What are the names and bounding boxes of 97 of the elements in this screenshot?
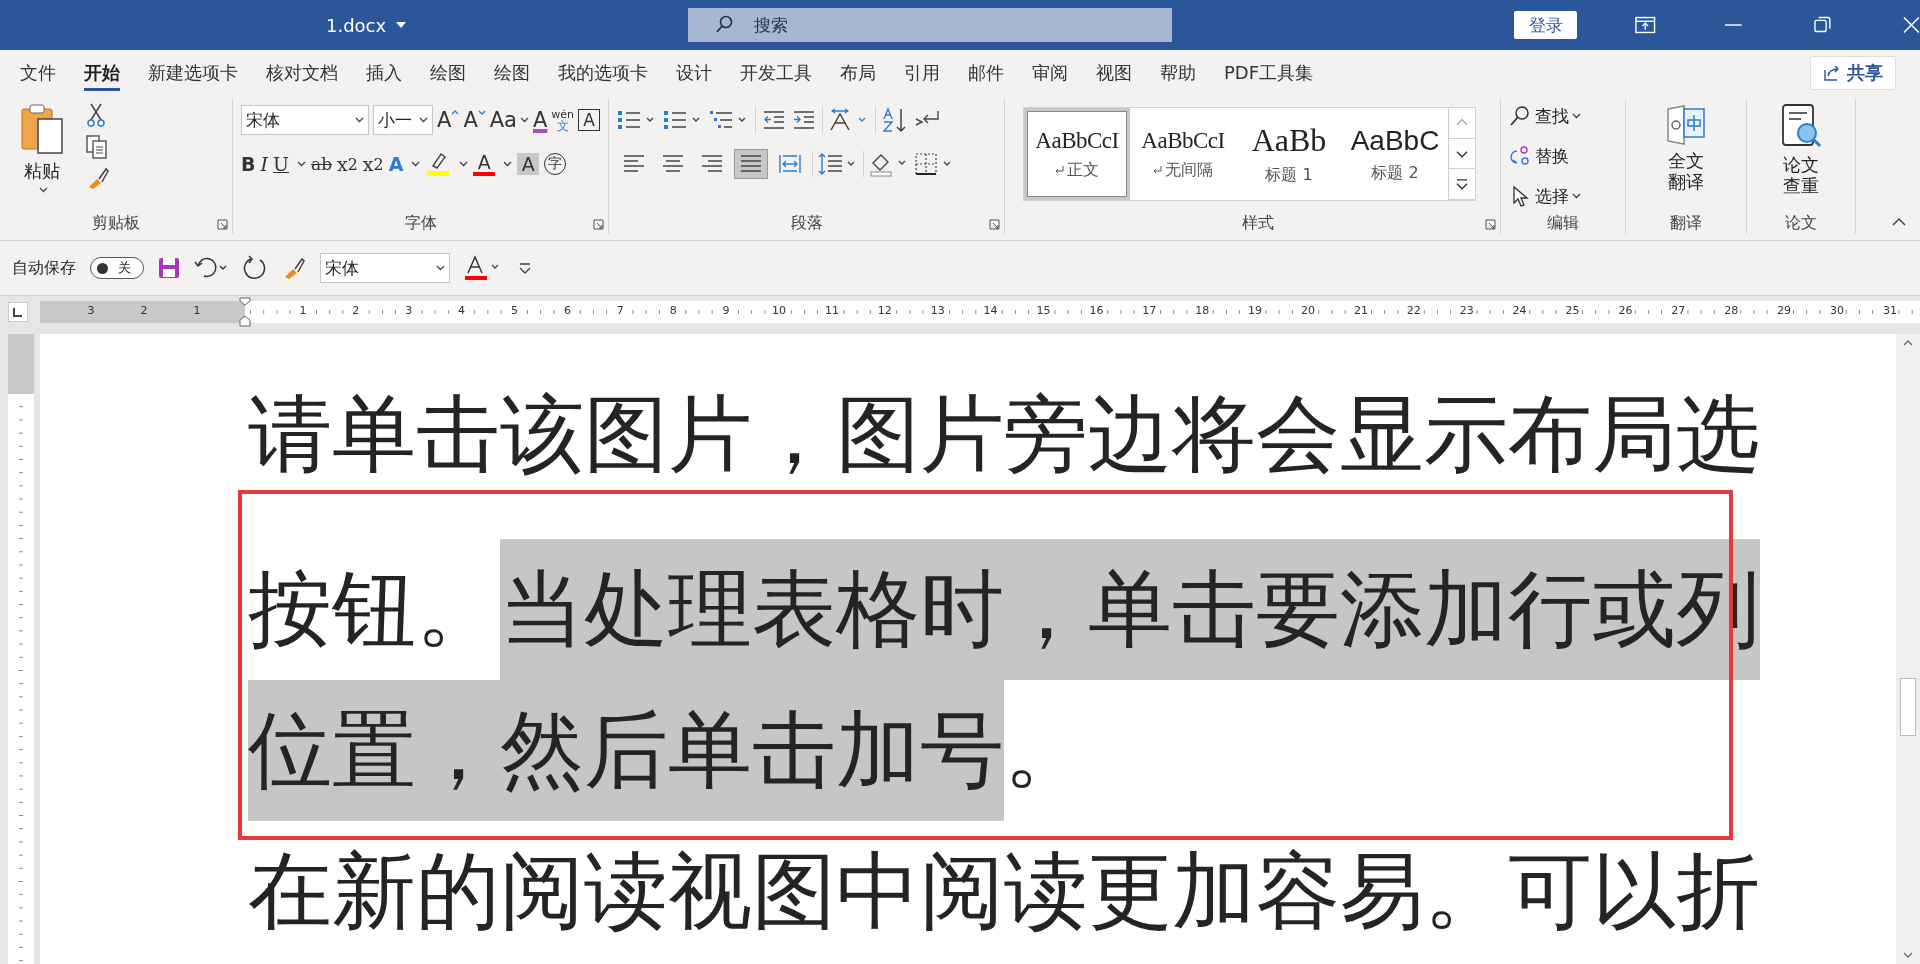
search-bar[interactable]: 搜索 (687, 8, 1172, 42)
ruler-number: 8 (668, 304, 678, 317)
ruler-number: 5 (510, 304, 519, 317)
group-label: 翻译 (1670, 212, 1702, 234)
ribbon-tab[interactable]: 新建选项卡 (136, 52, 250, 93)
find-button[interactable]: 查找 (1509, 104, 1569, 128)
ruler-number: 4 (457, 304, 467, 317)
ruler-number: 7 (615, 304, 625, 317)
paste-button[interactable]: 粘贴 (20, 103, 64, 193)
style-item[interactable]: AaBbC 标题 2 (1342, 108, 1448, 200)
ribbon-tab[interactable]: 绘图 (482, 52, 542, 93)
ruler-number: 28 (1723, 304, 1740, 317)
ruler-number: 22 (1405, 304, 1422, 317)
ruler-number: 14 (982, 304, 999, 317)
ribbon-tab[interactable]: 布局 (828, 52, 888, 93)
ribbon-tab[interactable]: 开发工具 (728, 52, 824, 93)
body-text: 请单击该图片，图片旁边将会显示布局选 (248, 384, 1760, 485)
autosave-toggle[interactable]: 关 (90, 257, 144, 279)
clear-formatting-button[interactable]: A (533, 108, 548, 132)
ruler-number: 9 (721, 304, 731, 317)
ruler-number: 26 (1617, 304, 1634, 317)
ruler-number: 6 (562, 304, 572, 317)
ruler-number: 20 (1300, 304, 1316, 317)
horizontal-ruler[interactable]: 3 2 1 1 2 3 4 5 6 7 8 9 10 11 12 13 14 15 16 17 18 19 20 21 22 23 24 25 26 27 28 29 30 31 (40, 297, 1920, 327)
grow-font-button[interactable]: A (437, 108, 460, 132)
body-text: 在新的阅读视图中阅读更加容易。可以折 (248, 841, 1760, 942)
ruler-number: 21 (1352, 304, 1369, 317)
style-item[interactable]: AaBb 标题 1 (1236, 108, 1342, 200)
selected-text: 位置，然后单击加号 (248, 680, 1004, 821)
ruler-number: 29 (1776, 304, 1793, 317)
ruler-number: 30 (1829, 304, 1845, 317)
ribbon-tab[interactable]: 视图 (1084, 52, 1144, 93)
ruler-number: 3 (86, 304, 96, 317)
ruler-number: 24 (1511, 304, 1528, 317)
body-text: 按钮。 (248, 559, 500, 660)
text-effects-button[interactable]: A (388, 153, 404, 175)
character-border-button[interactable]: A (578, 109, 601, 131)
ruler-number: 12 (876, 304, 893, 317)
ruler-number: 11 (823, 304, 840, 317)
phonetic-guide-button[interactable]: wén 文 (551, 108, 575, 132)
ribbon-tab[interactable]: 引用 (892, 52, 952, 93)
font-name-dropdown[interactable]: 宋体 (320, 253, 450, 283)
font-color-button[interactable]: A (473, 152, 496, 176)
group-label: 字体 (404, 212, 437, 234)
login-button[interactable]: 登录 (1513, 11, 1578, 39)
ribbon-tab[interactable]: 设计 (664, 52, 724, 93)
search-field[interactable]: 搜索 (753, 15, 1054, 35)
ruler-number: 23 (1458, 304, 1475, 317)
group-label: 样式 (1241, 212, 1274, 234)
ribbon-tab[interactable]: PDF工具集 (1212, 52, 1326, 93)
autosave-label: 自动保存 (12, 257, 76, 279)
ribbon-tab[interactable]: 审阅 (1020, 52, 1080, 93)
change-case-button[interactable]: Aa (489, 108, 529, 132)
ruler-number: 1 (298, 304, 308, 317)
ruler-number: 27 (1670, 304, 1687, 317)
share-button[interactable]: 共享 (1810, 55, 1896, 90)
replace-button[interactable]: 替换 (1509, 144, 1569, 168)
document-title[interactable]: 1.docx (326, 14, 387, 36)
group-label: 段落 (790, 212, 823, 234)
ruler-number: 19 (1247, 304, 1264, 317)
style-item[interactable]: AaBbCcI 无间隔 (1130, 108, 1236, 200)
ribbon-tab[interactable]: 我的选项卡 (546, 52, 660, 93)
ribbon-tab[interactable]: 绘图 (418, 52, 478, 93)
ruler-number: 3 (404, 304, 414, 317)
ruler-number: 18 (1194, 304, 1211, 317)
ribbon-tab[interactable]: 插入 (354, 52, 414, 93)
ruler-number: 16 (1088, 304, 1105, 317)
translate-button[interactable]: 全文翻译 (1664, 103, 1708, 193)
ruler-number: 2 (351, 304, 361, 317)
group-label: 剪贴板 (92, 212, 140, 234)
character-shading-button[interactable]: A (517, 153, 540, 175)
select-button[interactable]: 选择 (1509, 184, 1569, 208)
ribbon-tab[interactable]: 核对文档 (254, 52, 350, 93)
ruler-number: 13 (929, 304, 946, 317)
ribbon-tab[interactable]: 开始 (72, 52, 132, 93)
strikethrough-button[interactable]: ab (311, 154, 333, 174)
ribbon-tab[interactable]: 帮助 (1148, 52, 1208, 93)
style-item[interactable]: AaBbCcI 正文 (1024, 108, 1130, 200)
underline-button[interactable]: U (273, 153, 289, 175)
group-label: 编辑 (1547, 212, 1579, 234)
shrink-font-button[interactable]: A (463, 108, 486, 132)
format-button[interactable]: B (241, 153, 256, 175)
ruler-number: 31 (1881, 304, 1898, 317)
font-size-dropdown[interactable]: 小一 (373, 105, 433, 135)
ruler-number: 10 (771, 304, 787, 317)
ruler-number: 15 (1035, 304, 1052, 317)
group-label: 论文 (1785, 212, 1817, 234)
ruler-number: 2 (139, 304, 149, 317)
ruler-number: 1 (192, 304, 202, 317)
ribbon-tab[interactable]: 邮件 (956, 52, 1016, 93)
ribbon-tab[interactable]: 文件 (8, 52, 68, 93)
italic-button[interactable]: I (260, 153, 268, 175)
font-name-dropdown[interactable]: 宋体 (241, 105, 369, 135)
body-text: 。 (1004, 700, 1088, 801)
plagiarism-check-button[interactable]: 论文查重 (1779, 103, 1823, 197)
ruler-number: 25 (1564, 304, 1581, 317)
ruler-number: 17 (1141, 304, 1158, 317)
